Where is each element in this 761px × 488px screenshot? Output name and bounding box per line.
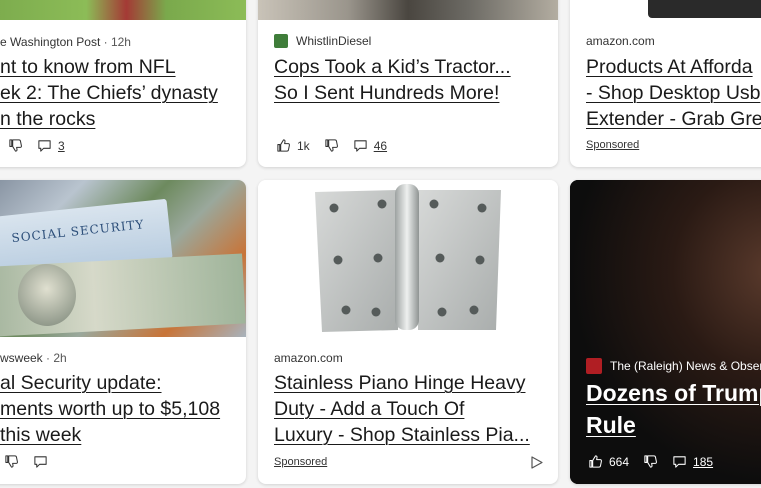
product-image — [570, 0, 761, 20]
thumbs-down-icon — [4, 454, 19, 469]
headline-link[interactable]: Cops Took a Kid’s Tractor... So I Sent Hu… — [274, 54, 511, 106]
source-label: amazon.com — [274, 351, 343, 365]
dislike-button[interactable] — [643, 454, 658, 469]
thumbs-up-icon — [276, 138, 291, 153]
thumbs-up-icon — [588, 454, 603, 469]
reaction-bar — [4, 454, 62, 469]
like-count: 664 — [609, 454, 630, 469]
comment-icon — [353, 138, 368, 153]
headline-link[interactable]: Dozens of Trump Rule — [586, 377, 761, 441]
source-label: amazon.com — [586, 34, 655, 48]
like-count: 1k — [297, 138, 310, 153]
ad-card-amazon-usb[interactable]: amazon.com Products At Afforda - Shop Des… — [570, 0, 761, 167]
comment-icon — [33, 454, 48, 469]
source-label: The (Raleigh) News & Observ — [586, 358, 761, 374]
news-card-washington-post[interactable]: e Washington Post · 12h nt to know from … — [0, 0, 246, 167]
news-card-newsweek[interactable]: SOCIAL SECURITY wsweek · 2h al Security … — [0, 180, 246, 484]
source-label: WhistlinDiesel — [274, 34, 371, 48]
ad-card-amazon-hinge[interactable]: amazon.com Stainless Piano Hinge Heavy Du… — [258, 180, 558, 484]
comment-button[interactable] — [33, 454, 48, 469]
headline-link[interactable]: Stainless Piano Hinge Heavy Duty - Add a … — [274, 370, 530, 448]
sponsored-label[interactable]: Sponsored — [586, 139, 639, 151]
whistlindiesel-logo — [274, 34, 288, 48]
comment-count: 3 — [58, 138, 65, 153]
comment-button[interactable]: 3 — [37, 138, 65, 153]
comment-button[interactable]: 46 — [353, 138, 387, 153]
thumbs-down-icon — [8, 138, 23, 153]
dislike-button[interactable] — [8, 138, 23, 153]
dislike-button[interactable] — [4, 454, 19, 469]
headline-link[interactable]: al Security update: ments worth up to $5,… — [0, 370, 220, 448]
headline-link[interactable]: nt to know from NFL ek 2: The Chiefs’ dyn… — [0, 54, 218, 132]
comment-count: 185 — [693, 454, 714, 469]
hinge-image — [315, 184, 501, 332]
source-label: e Washington Post · 12h — [0, 35, 131, 49]
usb-extender-image — [648, 0, 761, 18]
like-button[interactable]: 1k — [276, 138, 310, 153]
reaction-bar: 1k 46 — [276, 138, 401, 153]
article-image — [258, 0, 558, 20]
raleigh-news-observer-logo — [586, 358, 602, 374]
ad-choices-icon[interactable] — [530, 456, 543, 469]
comment-icon — [37, 138, 52, 153]
thumbs-down-icon — [643, 454, 658, 469]
source-label: wsweek · 2h — [0, 351, 67, 365]
product-image — [258, 180, 558, 337]
comment-button[interactable]: 185 — [672, 454, 713, 469]
reaction-bar: 664 185 — [588, 454, 727, 469]
headline-link[interactable]: Products At Afforda - Shop Desktop Usb Ext… — [586, 54, 761, 132]
reaction-bar: 3 — [8, 138, 79, 153]
article-image: SOCIAL SECURITY — [0, 180, 246, 337]
sponsored-label[interactable]: Sponsored — [274, 456, 327, 468]
comment-count: 46 — [373, 138, 388, 153]
like-button[interactable]: 664 — [588, 454, 629, 469]
news-card-whistlindiesel[interactable]: WhistlinDiesel Cops Took a Kid’s Tractor… — [258, 0, 558, 167]
dislike-button[interactable] — [324, 138, 339, 153]
thumbs-down-icon — [324, 138, 339, 153]
comment-icon — [672, 454, 687, 469]
article-image — [0, 0, 246, 20]
news-card-raleigh[interactable]: The (Raleigh) News & Observ Dozens of Tr… — [570, 180, 761, 484]
